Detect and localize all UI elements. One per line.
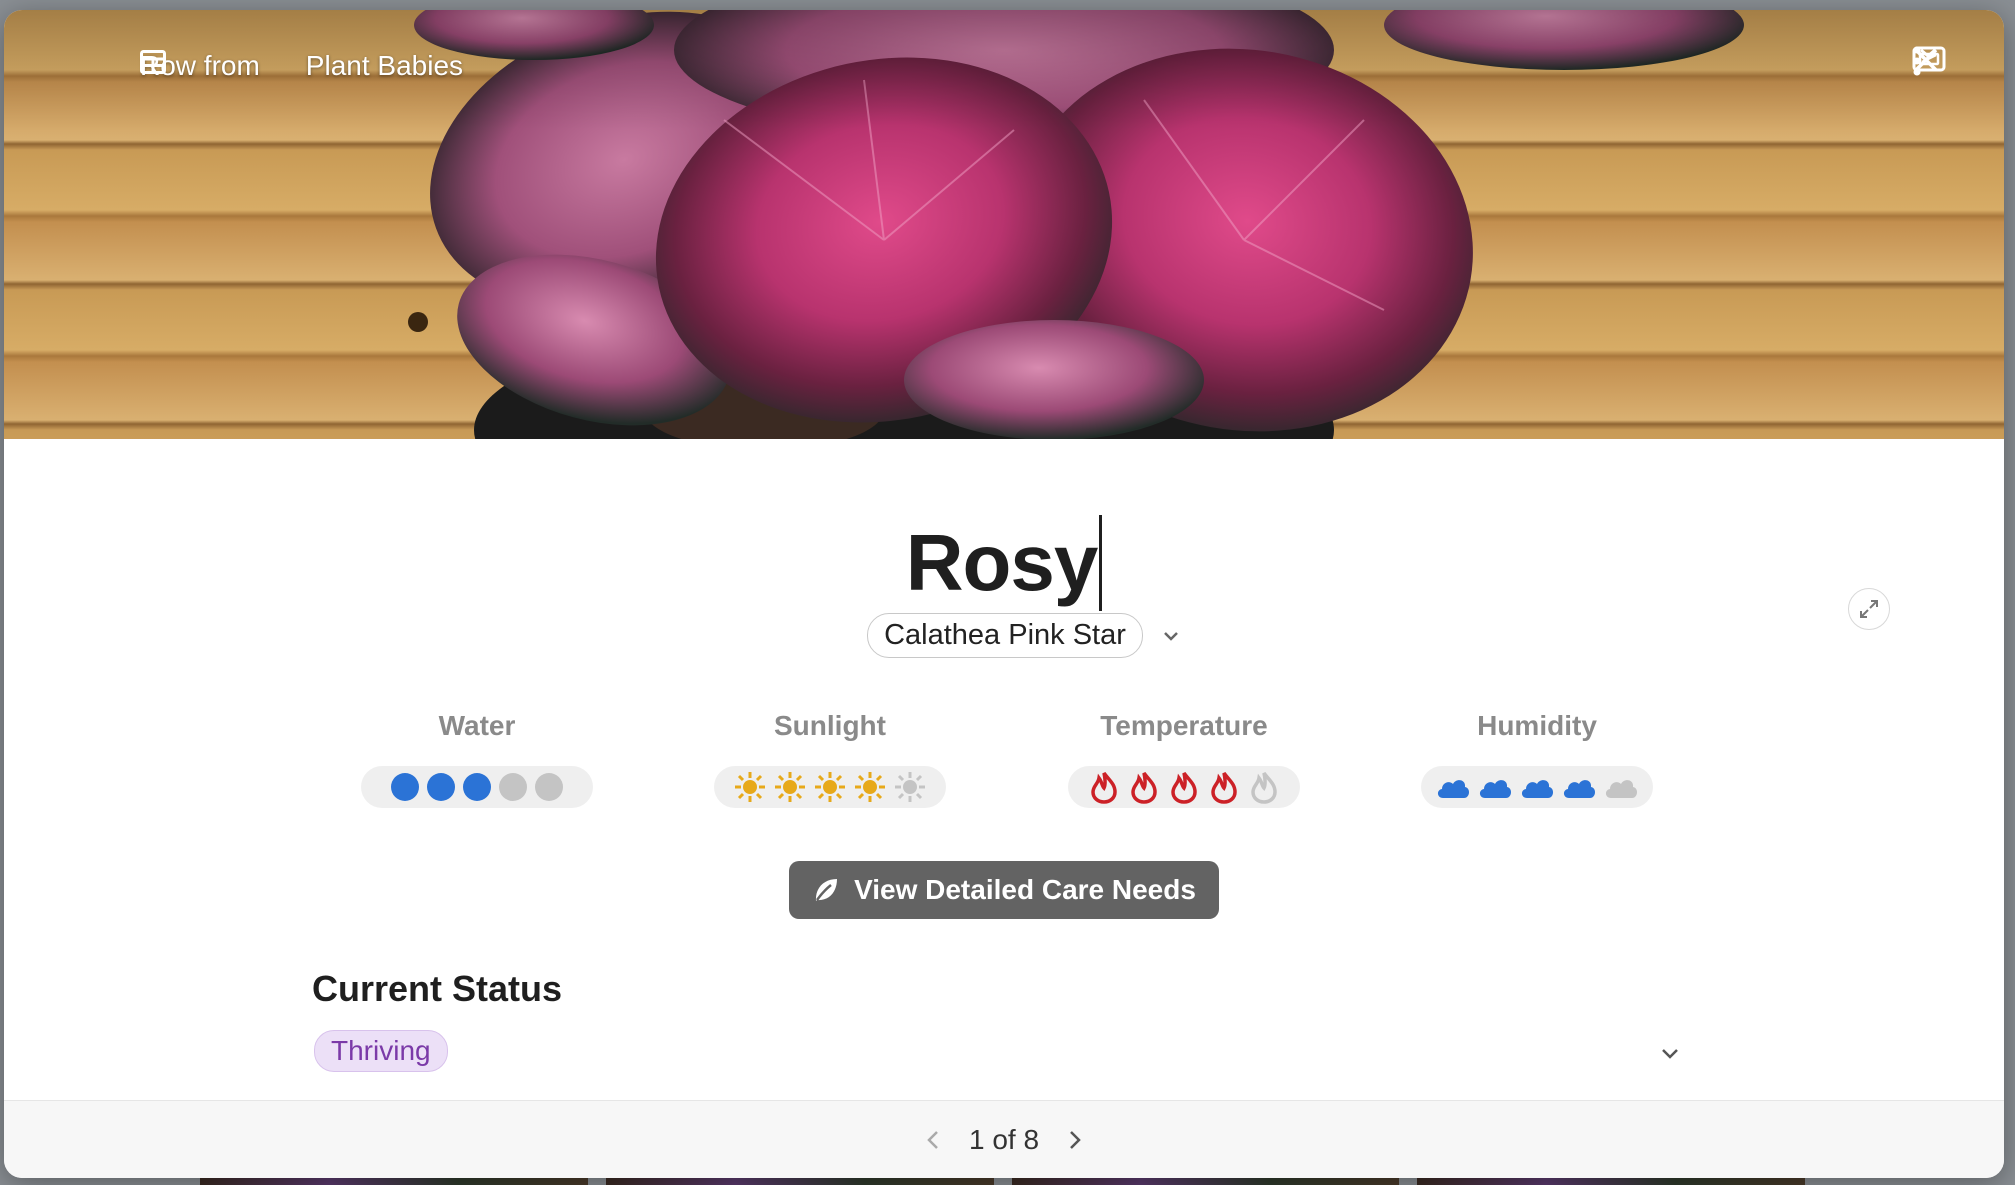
water-dot-icon (391, 773, 419, 801)
temperature-rating[interactable] (1068, 766, 1300, 808)
humidity-rating[interactable] (1421, 766, 1653, 808)
breadcrumb-table-link[interactable]: Plant Babies (306, 50, 463, 82)
water-dot-icon (535, 773, 563, 801)
record-title[interactable]: Rosy (906, 515, 1103, 611)
water-dot-icon (499, 773, 527, 801)
status-heading: Current Status (312, 968, 563, 1009)
sun-icon (775, 772, 805, 802)
previous-record-button[interactable] (925, 1129, 941, 1151)
flame-icon (1251, 771, 1277, 804)
sun-icon (895, 772, 925, 802)
chevron-down-icon[interactable] (1161, 626, 1181, 646)
sun-icon (735, 772, 765, 802)
cloud-icon (1437, 780, 1470, 798)
cloud-icon (1563, 780, 1596, 798)
sun-icon (815, 772, 845, 802)
sunlight-rating[interactable] (714, 766, 946, 808)
close-icon (1914, 48, 1938, 72)
chevron-left-icon (927, 1130, 938, 1149)
pagination-bar: 1 of 8 (4, 1100, 2004, 1178)
cover-image: Row from Plant Babies (4, 10, 2004, 439)
chevron-right-icon (1070, 1130, 1081, 1149)
sun-icon (855, 772, 885, 802)
metric-sunlight: Sunlight (710, 710, 950, 808)
cloud-icon (1479, 780, 1512, 798)
flame-icon (1211, 771, 1237, 804)
flame-icon (1171, 771, 1197, 804)
view-care-needs-button[interactable]: View Detailed Care Needs (789, 861, 1219, 919)
chevron-down-icon[interactable] (1659, 1046, 1681, 1062)
flame-icon (1091, 771, 1117, 804)
cloud-icon (1521, 780, 1554, 798)
flame-icon (1131, 771, 1157, 804)
care-button-label: View Detailed Care Needs (854, 874, 1196, 905)
metric-label: Humidity (1477, 710, 1597, 741)
water-dot-icon (463, 773, 491, 801)
record-dialog: Row from Plant Babies Rosy Calathea Pink… (4, 10, 2004, 1178)
cloud-icon (1605, 780, 1638, 798)
species-pill[interactable]: Calathea Pink Star (867, 613, 1143, 658)
table-icon (140, 50, 296, 78)
pagination-text: 1 of 8 (968, 1123, 1040, 1155)
status-badge[interactable]: Thriving (314, 1030, 448, 1072)
species-field: Calathea Pink Star (4, 613, 2004, 658)
metric-label: Temperature (1100, 710, 1268, 741)
breadcrumb: Row from Plant Babies (140, 50, 463, 82)
metric-humidity: Humidity (1417, 710, 1657, 808)
metric-label: Water (438, 710, 516, 741)
metric-temperature: Temperature (1064, 710, 1304, 808)
water-rating[interactable] (361, 766, 593, 808)
metric-label: Sunlight (774, 710, 886, 741)
leaf-icon (815, 879, 838, 901)
title-container: Rosy (4, 515, 2004, 611)
next-record-button[interactable] (1067, 1129, 1083, 1151)
water-dot-icon (427, 773, 455, 801)
metric-water: Water (357, 710, 597, 808)
